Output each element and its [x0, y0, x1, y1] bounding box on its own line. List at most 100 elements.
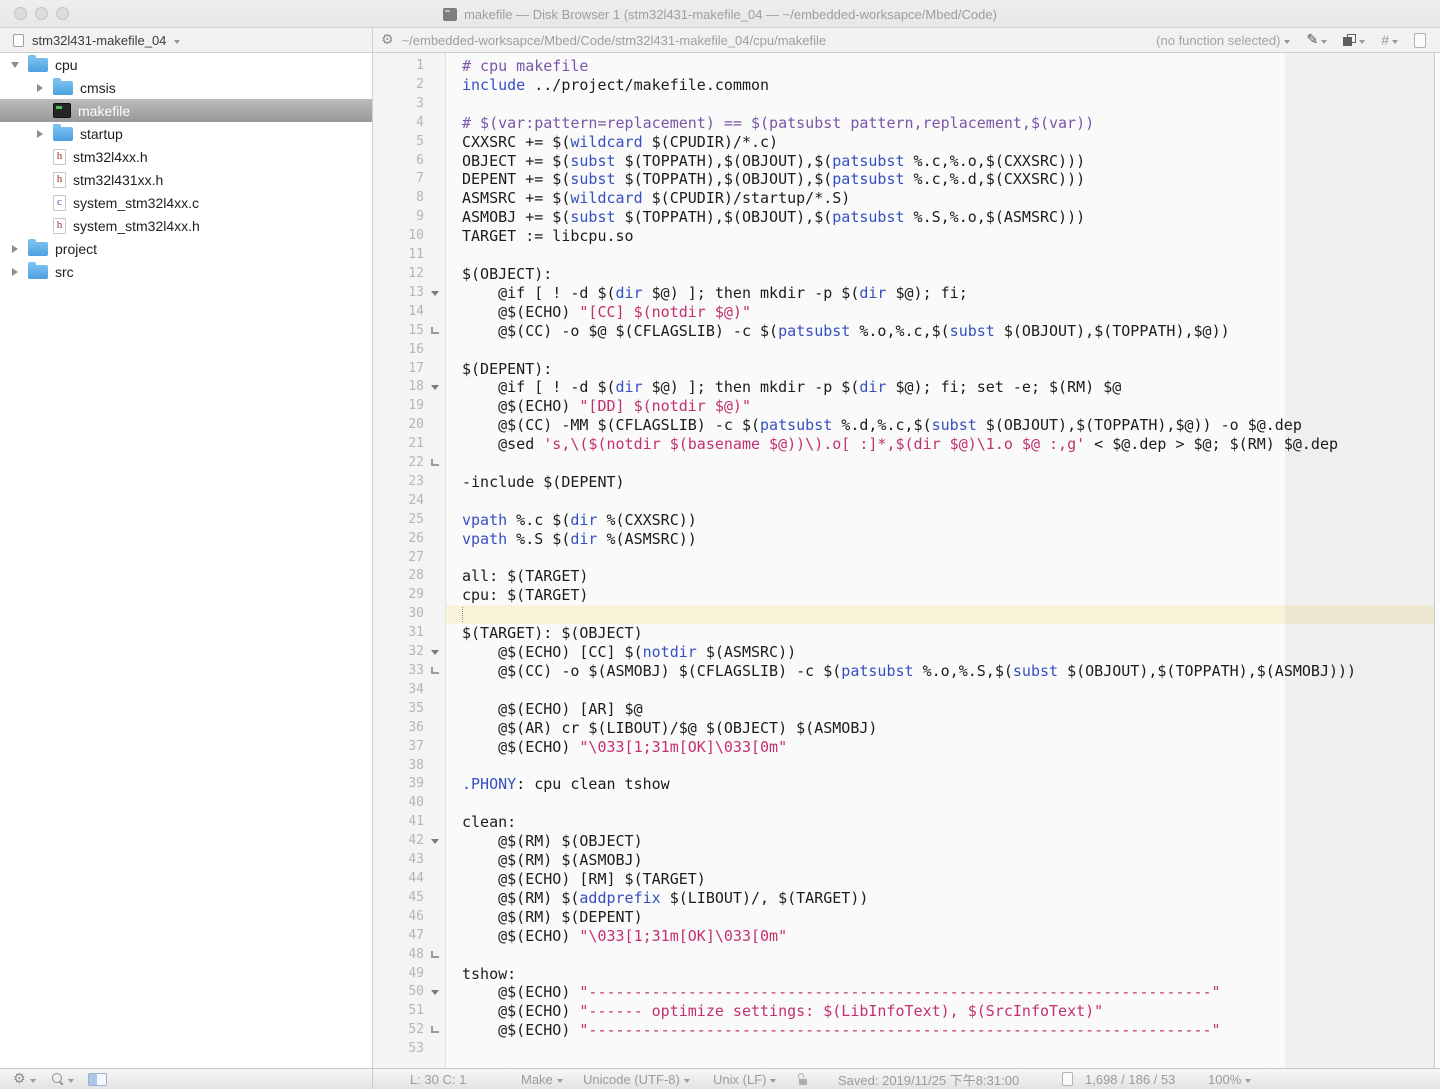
code-line-34[interactable]: 34: [373, 681, 1440, 700]
encoding-selector[interactable]: Unicode (UTF-8): [583, 1069, 690, 1089]
code-text[interactable]: @$(RM) $(addprefix $(LIBOUT)/, $(TARGET)…: [446, 889, 1440, 908]
code-text[interactable]: @if [ ! -d $(dir $@) ]; then mkdir -p $(…: [446, 378, 1440, 397]
fold-end-icon[interactable]: [424, 322, 446, 341]
fold-start-icon[interactable]: [424, 832, 446, 851]
file-lock-toggle[interactable]: [797, 1069, 809, 1089]
project-dropdown-chevron-icon[interactable]: [174, 40, 181, 44]
code-line-53[interactable]: 53: [373, 1040, 1440, 1059]
code-line-44[interactable]: 44 @$(ECHO) [RM] $(TARGET): [373, 870, 1440, 889]
code-text[interactable]: clean:: [446, 813, 1440, 832]
code-line-35[interactable]: 35 @$(ECHO) [AR] $@: [373, 700, 1440, 719]
code-line-21[interactable]: 21 @sed 's,\($(notdir $(basename $@))\).…: [373, 435, 1440, 454]
code-line-2[interactable]: 2 include ../project/makefile.common: [373, 76, 1440, 95]
code-text[interactable]: vpath %.c $(dir %(CXXSRC)): [446, 511, 1440, 530]
code-line-41[interactable]: 41 clean:: [373, 813, 1440, 832]
code-line-46[interactable]: 46 @$(RM) $(DEPENT): [373, 908, 1440, 927]
actions-menu-button[interactable]: ⚙: [13, 1069, 36, 1089]
code-text[interactable]: @$(ECHO) "[DD] $(notdir $@)": [446, 397, 1440, 416]
code-text[interactable]: CXXSRC += $(wildcard $(CPUDIR)/*.c): [446, 133, 1440, 152]
code-line-4[interactable]: 4 # $(var:pattern=replacement) == $(patsu…: [373, 114, 1440, 133]
code-text[interactable]: # $(var:pattern=replacement) == $(patsub…: [446, 114, 1440, 133]
disclosure-triangle-icon[interactable]: [8, 62, 22, 68]
code-text[interactable]: -include $(DEPENT): [446, 473, 1440, 492]
related-files-button[interactable]: [1343, 34, 1366, 46]
code-line-16[interactable]: 16: [373, 341, 1440, 360]
new-document-button[interactable]: [1414, 32, 1426, 48]
code-text[interactable]: @$(RM) $(DEPENT): [446, 908, 1440, 927]
code-text[interactable]: @if [ ! -d $(dir $@) ]; then mkdir -p $(…: [446, 284, 1440, 303]
code-text[interactable]: @sed 's,\($(notdir $(basename $@))\).o[ …: [446, 435, 1440, 454]
code-text[interactable]: @$(ECHO) [AR] $@: [446, 700, 1440, 719]
code-line-43[interactable]: 43 @$(RM) $(ASMOBJ): [373, 851, 1440, 870]
code-line-18[interactable]: 18 @if [ ! -d $(dir $@) ]; then mkdir -p…: [373, 378, 1440, 397]
code-line-26[interactable]: 26 vpath %.S $(dir %(ASMSRC)): [373, 530, 1440, 549]
code-line-5[interactable]: 5 CXXSRC += $(wildcard $(CPUDIR)/*.c): [373, 133, 1440, 152]
fold-end-icon[interactable]: [424, 1021, 446, 1040]
bundle-actions-button[interactable]: ✎: [1306, 33, 1328, 47]
code-line-28[interactable]: 28 all: $(TARGET): [373, 567, 1440, 586]
code-line-30[interactable]: 30: [373, 605, 1440, 625]
code-text[interactable]: @$(AR) cr $(LIBOUT)/$@ $(OBJECT) $(ASMOB…: [446, 719, 1440, 738]
code-line-40[interactable]: 40: [373, 794, 1440, 813]
code-line-51[interactable]: 51 @$(ECHO) "------ optimize settings: $…: [373, 1002, 1440, 1021]
code-line-24[interactable]: 24: [373, 492, 1440, 511]
zoom-selector[interactable]: 100%: [1208, 1069, 1252, 1089]
code-line-47[interactable]: 47 @$(ECHO) "\033[1;31m[OK]\033[0m": [373, 927, 1440, 946]
code-line-49[interactable]: 49 tshow:: [373, 965, 1440, 984]
function-selector[interactable]: (no function selected): [1156, 33, 1291, 48]
code-line-23[interactable]: 23 -include $(DEPENT): [373, 473, 1440, 492]
code-line-29[interactable]: 29 cpu: $(TARGET): [373, 586, 1440, 605]
code-line-52[interactable]: 52 @$(ECHO) "---------------------------…: [373, 1021, 1440, 1040]
code-line-39[interactable]: 39 .PHONY: cpu clean tshow: [373, 775, 1440, 794]
project-name[interactable]: stm32l431-makefile_04: [32, 33, 166, 48]
code-text[interactable]: @$(ECHO) "\033[1;31m[OK]\033[0m": [446, 927, 1440, 946]
code-line-36[interactable]: 36 @$(AR) cr $(LIBOUT)/$@ $(OBJECT) $(AS…: [373, 719, 1440, 738]
project-bar[interactable]: stm32l431-makefile_04: [0, 28, 373, 52]
code-text[interactable]: include ../project/makefile.common: [446, 76, 1440, 95]
fold-end-icon[interactable]: [424, 946, 446, 965]
code-text[interactable]: all: $(TARGET): [446, 567, 1440, 586]
sidebar-toggle-button[interactable]: [88, 1069, 107, 1089]
disclosure-triangle-icon[interactable]: [8, 268, 22, 276]
fold-end-icon[interactable]: [424, 662, 446, 681]
code-line-6[interactable]: 6 OBJECT += $(subst $(TOPPATH),$(OBJOUT),…: [373, 152, 1440, 171]
code-line-20[interactable]: 20 @$(CC) -MM $(CFLAGSLIB) -c $(patsubst…: [373, 416, 1440, 435]
code-text[interactable]: @$(CC) -o $@ $(CFLAGSLIB) -c $(patsubst …: [446, 322, 1440, 341]
sidebar-item-system-stm32l4xx-c[interactable]: c system_stm32l4xx.c: [0, 191, 372, 214]
code-line-31[interactable]: 31 $(TARGET): $(OBJECT): [373, 624, 1440, 643]
fold-end-icon[interactable]: [424, 454, 446, 473]
code-text[interactable]: $(DEPENT):: [446, 360, 1440, 379]
code-text[interactable]: @$(ECHO) "------------------------------…: [446, 1021, 1440, 1040]
code-text[interactable]: DEPENT += $(subst $(TOPPATH),$(OBJOUT),$…: [446, 170, 1440, 189]
code-line-33[interactable]: 33 @$(CC) -o $(ASMOBJ) $(CFLAGSLIB) -c $…: [373, 662, 1440, 681]
code-line-11[interactable]: 11: [373, 246, 1440, 265]
code-text[interactable]: @$(ECHO) [RM] $(TARGET): [446, 870, 1440, 889]
code-text[interactable]: [446, 757, 1440, 776]
code-line-50[interactable]: 50 @$(ECHO) "---------------------------…: [373, 983, 1440, 1002]
code-text[interactable]: @$(RM) $(ASMOBJ): [446, 851, 1440, 870]
code-text[interactable]: [446, 605, 1440, 625]
code-editor[interactable]: 1 # cpu makefile 2 include ../project/makef…: [373, 53, 1440, 1068]
code-text[interactable]: @$(ECHO) "------------------------------…: [446, 983, 1440, 1002]
code-text[interactable]: cpu: $(TARGET): [446, 586, 1440, 605]
code-line-37[interactable]: 37 @$(ECHO) "\033[1;31m[OK]\033[0m": [373, 738, 1440, 757]
code-line-48[interactable]: 48: [373, 946, 1440, 965]
code-text[interactable]: @$(ECHO) "------ optimize settings: $(Li…: [446, 1002, 1440, 1021]
code-text[interactable]: [446, 681, 1440, 700]
sidebar-item-makefile[interactable]: makefile: [0, 99, 372, 122]
code-text[interactable]: OBJECT += $(subst $(TOPPATH),$(OBJOUT),$…: [446, 152, 1440, 171]
code-text[interactable]: ASMOBJ += $(subst $(TOPPATH),$(OBJOUT),$…: [446, 208, 1440, 227]
code-line-10[interactable]: 10 TARGET := libcpu.so: [373, 227, 1440, 246]
code-text[interactable]: [446, 341, 1440, 360]
code-line-14[interactable]: 14 @$(ECHO) "[CC] $(notdir $@)": [373, 303, 1440, 322]
sidebar-item-cpu[interactable]: cpu: [0, 53, 372, 76]
disclosure-triangle-icon[interactable]: [33, 130, 47, 138]
code-text[interactable]: [446, 794, 1440, 813]
fold-start-icon[interactable]: [424, 983, 446, 1002]
sidebar-item-src[interactable]: src: [0, 260, 372, 283]
code-text[interactable]: $(OBJECT):: [446, 265, 1440, 284]
fold-start-icon[interactable]: [424, 284, 446, 303]
disclosure-triangle-icon[interactable]: [8, 245, 22, 253]
code-line-7[interactable]: 7 DEPENT += $(subst $(TOPPATH),$(OBJOUT),…: [373, 170, 1440, 189]
code-text[interactable]: [446, 492, 1440, 511]
